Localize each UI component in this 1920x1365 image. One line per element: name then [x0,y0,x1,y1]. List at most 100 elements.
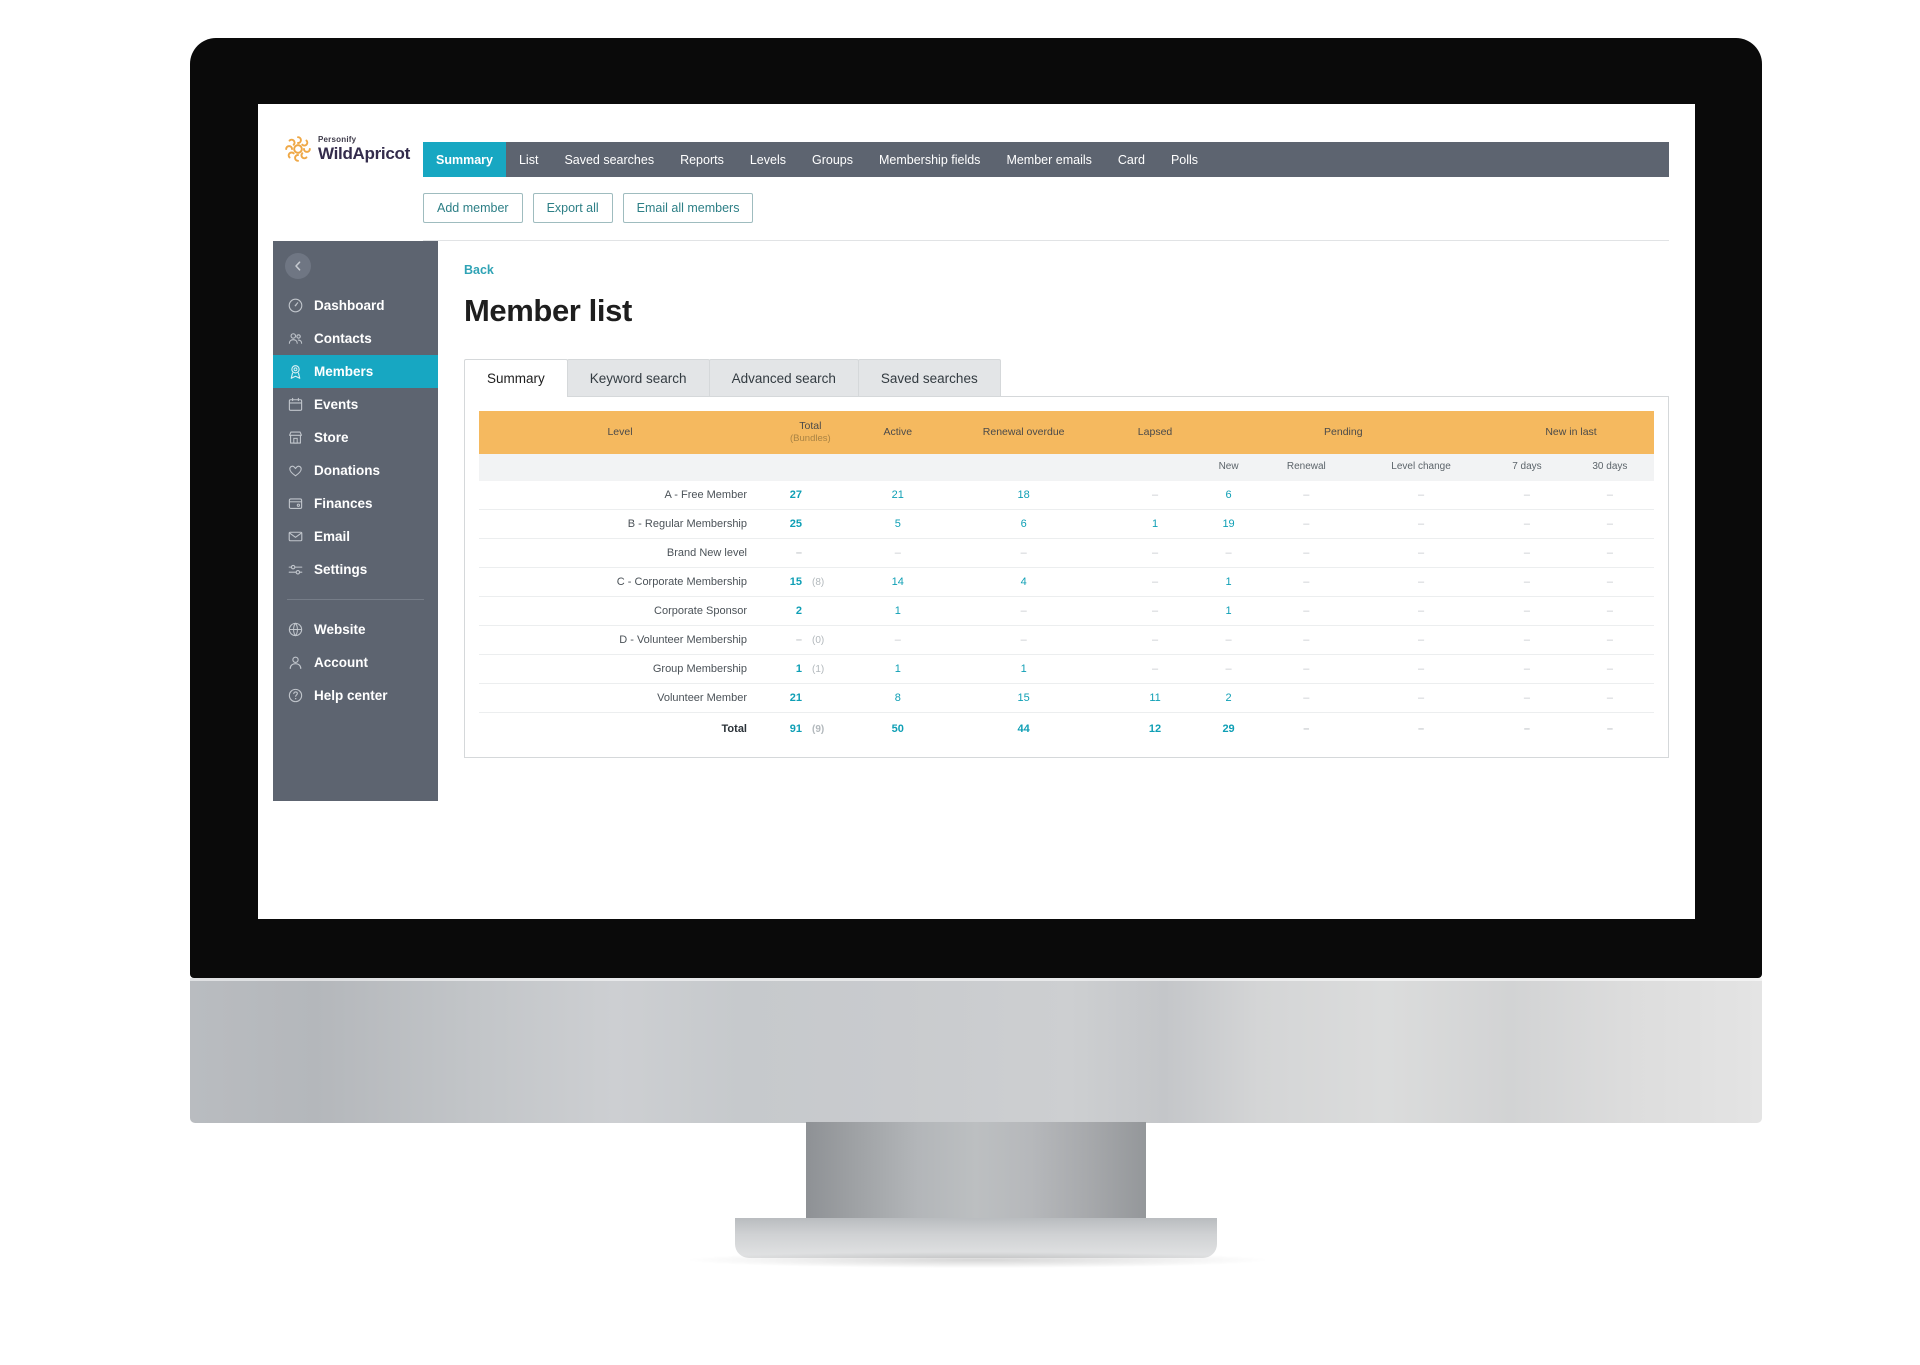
cell-pending-new[interactable]: 1 [1198,596,1259,626]
sidebar-item-donations[interactable]: Donations [273,454,438,487]
cell-pending-new[interactable]: 1 [1198,567,1259,597]
cell-active[interactable]: 1 [859,654,936,684]
cell-active: – [859,538,936,568]
cell-new-7: – [1488,625,1566,655]
tab-levels[interactable]: Levels [737,142,799,177]
member-summary-table: Level Total (Bundles) Active Renewal ove… [479,411,1654,743]
cell-new-7: – [1488,567,1566,597]
cell-renewal-overdue[interactable]: 6 [935,509,1112,539]
cell-total[interactable]: – [761,625,804,655]
cell-active[interactable]: 50 [859,711,936,743]
back-link[interactable]: Back [464,263,1669,277]
sidebar-collapse-button[interactable] [285,253,311,279]
tab-summary[interactable]: Summary [423,142,506,177]
cell-active[interactable]: 21 [859,480,936,510]
th-total[interactable]: Total (Bundles) [761,411,860,454]
cell-level[interactable]: D - Volunteer Membership [479,625,761,655]
cell-pending-new[interactable]: 19 [1198,509,1259,539]
th-renewal-overdue[interactable]: Renewal overdue [935,411,1112,454]
tab-membership-fields[interactable]: Membership fields [866,142,993,177]
cell-total[interactable]: 21 [761,683,804,713]
cell-new-7: – [1488,480,1566,510]
sidebar-item-store[interactable]: Store [273,421,438,454]
tab-list[interactable]: List [506,142,551,177]
sidebar-label: Email [314,529,351,544]
cell-lapsed[interactable]: 12 [1111,711,1199,743]
cell-lapsed[interactable]: 11 [1111,683,1199,713]
th-sub-pending-renewal[interactable]: Renewal [1258,454,1355,481]
tab-summary-inner[interactable]: Summary [464,359,568,397]
cell-total[interactable]: 25 [761,509,804,539]
cell-lapsed[interactable]: 1 [1111,509,1199,539]
sidebar-item-help-center[interactable]: Help center [273,679,438,712]
cell-renewal-overdue[interactable]: 1 [935,654,1112,684]
tab-advanced-search[interactable]: Advanced search [708,359,859,397]
th-sub-pending-level-change[interactable]: Level change [1354,454,1489,481]
sidebar-item-dashboard[interactable]: Dashboard [273,289,438,322]
export-all-button[interactable]: Export all [532,193,613,223]
cell-active[interactable]: 14 [859,567,936,597]
tab-polls[interactable]: Polls [1158,142,1211,177]
tab-groups[interactable]: Groups [799,142,866,177]
th-active[interactable]: Active [859,411,936,454]
tab-member-emails[interactable]: Member emails [993,142,1104,177]
sidebar-label: Account [314,655,368,670]
add-member-button[interactable]: Add member [423,193,523,223]
sidebar-item-email[interactable]: Email [273,520,438,553]
sidebar-item-account[interactable]: Account [273,646,438,679]
cell-level[interactable]: A - Free Member [479,480,761,510]
cell-total[interactable]: 15 [761,567,804,597]
th-lapsed[interactable]: Lapsed [1111,411,1199,454]
tab-keyword-search[interactable]: Keyword search [566,359,710,397]
th-new-in-last[interactable]: New in last [1488,411,1654,454]
tab-saved-searches[interactable]: Saved searches [551,142,667,177]
th-pending[interactable]: Pending [1198,411,1489,454]
cell-total[interactable]: 1 [761,654,804,684]
th-total-sublabel: (Bundles) [790,433,831,445]
th-sub-new-7-days[interactable]: 7 days [1488,454,1566,481]
cell-level[interactable]: Brand New level [479,538,761,568]
cell-renewal-overdue[interactable]: 15 [935,683,1112,713]
table-body: A - Free Member 27 21 18–6– – – – B - Regular M… [479,480,1654,743]
th-level[interactable]: Level [479,411,761,454]
sidebar-item-members[interactable]: Members [273,355,438,388]
main-sidebar: Dashboard Contacts Members Events Store … [273,241,438,801]
sidebar-item-events[interactable]: Events [273,388,438,421]
sidebar-item-finances[interactable]: Finances [273,487,438,520]
cell-active[interactable]: 1 [859,596,936,626]
cell-active[interactable]: 8 [859,683,936,713]
tab-saved-searches-inner[interactable]: Saved searches [857,359,1001,397]
cell-renewal-overdue[interactable]: 18 [935,480,1112,510]
sidebar-item-settings[interactable]: Settings [273,553,438,586]
cell-level[interactable]: Group Membership [479,654,761,684]
th-sub-pending-new[interactable]: New [1198,454,1259,481]
cell-pending-new[interactable]: 2 [1198,683,1259,713]
cell-pending-level-change: – [1354,596,1489,626]
cell-pending-level-change: – [1354,683,1489,713]
cell-pending-new[interactable]: 29 [1198,711,1259,743]
cell-total[interactable]: 2 [761,596,804,626]
cell-total[interactable]: 91 [761,711,804,743]
sidebar-item-contacts[interactable]: Contacts [273,322,438,355]
cell-pending-new[interactable]: 6 [1198,480,1259,510]
th-sub-new-30-days[interactable]: 30 days [1565,454,1654,481]
cell-active[interactable]: 5 [859,509,936,539]
cell-renewal-overdue[interactable]: 44 [935,711,1112,743]
cell-renewal-overdue[interactable]: 4 [935,567,1112,597]
imac-monitor-mockup: Personify WildApricot Summary List Saved… [0,0,1920,1365]
sidebar-item-website[interactable]: Website [273,613,438,646]
cell-level[interactable]: B - Regular Membership [479,509,761,539]
cell-level[interactable]: Volunteer Member [479,683,761,713]
cell-level[interactable]: Corporate Sponsor [479,596,761,626]
cell-total[interactable]: 27 [761,480,804,510]
tab-reports[interactable]: Reports [667,142,737,177]
tab-card[interactable]: Card [1105,142,1158,177]
cell-pending-renewal: – [1258,596,1355,626]
cell-level[interactable]: C - Corporate Membership [479,567,761,597]
sidebar-label: Contacts [314,331,372,346]
cell-renewal-overdue: – [935,538,1112,568]
email-all-members-button[interactable]: Email all members [622,193,754,223]
cell-total[interactable]: – [761,538,804,568]
brand-logo[interactable]: Personify WildApricot [273,104,423,164]
storefront-icon [288,431,303,444]
